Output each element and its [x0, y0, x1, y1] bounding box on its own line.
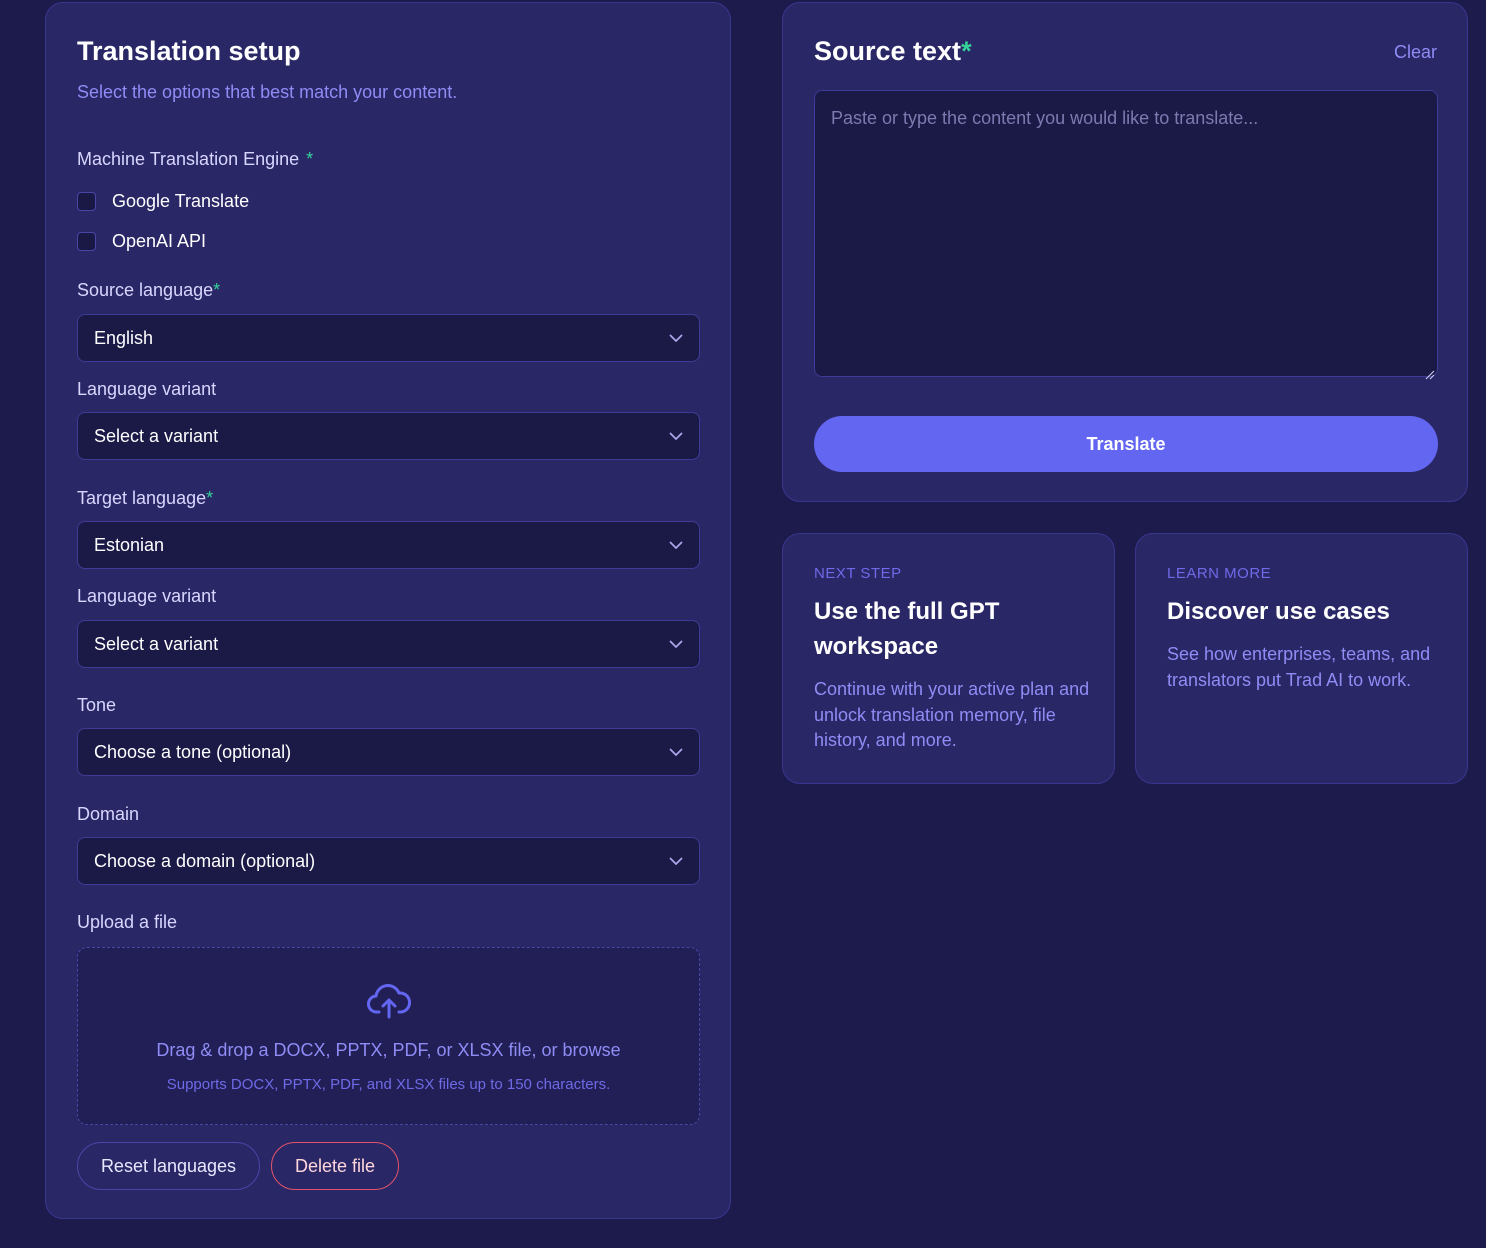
target-variant-label: Language variant	[77, 586, 217, 606]
next-step-card[interactable]: NEXT STEP Use the full GPT workspace Con…	[782, 533, 1115, 784]
source-text-input[interactable]: Paste or type the content you would like…	[814, 90, 1438, 380]
target-language-label: Target language*	[77, 488, 214, 508]
chevron-down-icon	[669, 331, 683, 345]
file-dropzone[interactable]: Drag & drop a DOCX, PPTX, PDF, or XLSX f…	[77, 947, 700, 1125]
engine-label: Machine Translation Engine *	[77, 149, 314, 169]
google-translate-checkbox[interactable]	[77, 191, 96, 211]
openai-api-checkbox[interactable]	[77, 231, 96, 251]
target-variant-value: Select a variant	[94, 633, 219, 654]
resize-grip-icon[interactable]	[1425, 364, 1435, 380]
translate-button[interactable]: Translate	[814, 416, 1438, 472]
card-eyebrow: NEXT STEP	[814, 565, 902, 582]
domain-value: Choose a domain (optional)	[94, 850, 316, 871]
required-marker: *	[306, 149, 314, 169]
target-language-value: Estonian	[94, 534, 165, 555]
google-translate-label: Google Translate	[112, 190, 250, 211]
setup-title: Translation setup	[77, 36, 301, 66]
target-language-select[interactable]: Estonian	[77, 521, 700, 569]
setup-subtitle: Select the options that best match your …	[77, 82, 458, 102]
card-title: Discover use cases	[1167, 598, 1390, 625]
card-title: Use the full GPT workspace	[814, 598, 1000, 660]
card-body: Continue with your active plan and unloc…	[814, 679, 1090, 750]
clear-link[interactable]: Clear	[1394, 42, 1437, 63]
upload-hint: Supports DOCX, PPTX, PDF, and XLSX files…	[166, 1076, 611, 1093]
source-variant-value: Select a variant	[94, 425, 219, 446]
domain-select[interactable]: Choose a domain (optional)	[77, 837, 700, 885]
source-variant-select[interactable]: Select a variant	[77, 412, 700, 460]
chevron-down-icon	[669, 538, 683, 552]
reset-languages-button[interactable]: Reset languages	[77, 1142, 260, 1190]
translation-setup-panel: Translation setup Select the options tha…	[45, 2, 731, 1219]
source-variant-label: Language variant	[77, 379, 217, 399]
cloud-upload-icon	[367, 984, 411, 1020]
source-title: Source text*	[814, 36, 972, 66]
chevron-down-icon	[669, 745, 683, 759]
chevron-down-icon	[669, 429, 683, 443]
engine-option-openai[interactable]: OpenAI API	[77, 229, 206, 253]
card-body: See how enterprises, teams, and translat…	[1167, 644, 1431, 690]
source-language-value: English	[94, 327, 154, 348]
delete-file-button[interactable]: Delete file	[271, 1142, 399, 1190]
domain-label: Domain	[77, 804, 140, 824]
tone-label: Tone	[77, 695, 117, 715]
card-eyebrow: LEARN MORE	[1167, 565, 1272, 582]
source-language-select[interactable]: English	[77, 314, 700, 362]
source-text-placeholder: Paste or type the content you would like…	[831, 108, 1259, 128]
chevron-down-icon	[669, 854, 683, 868]
required-marker: *	[213, 280, 221, 300]
tone-value: Choose a tone (optional)	[94, 741, 292, 762]
target-variant-select[interactable]: Select a variant	[77, 620, 700, 668]
source-language-label: Source language*	[77, 280, 221, 300]
upload-label: Upload a file	[77, 912, 178, 932]
required-marker: *	[961, 36, 972, 66]
required-marker: *	[206, 488, 214, 508]
openai-api-label: OpenAI API	[112, 230, 207, 251]
learn-more-card[interactable]: LEARN MORE Discover use cases See how en…	[1135, 533, 1468, 784]
chevron-down-icon	[669, 637, 683, 651]
source-text-panel: Source text* Clear Paste or type the con…	[782, 2, 1468, 502]
tone-select[interactable]: Choose a tone (optional)	[77, 728, 700, 776]
engine-option-google[interactable]: Google Translate	[77, 189, 249, 213]
upload-instructions: Drag & drop a DOCX, PPTX, PDF, or XLSX f…	[156, 1040, 621, 1060]
